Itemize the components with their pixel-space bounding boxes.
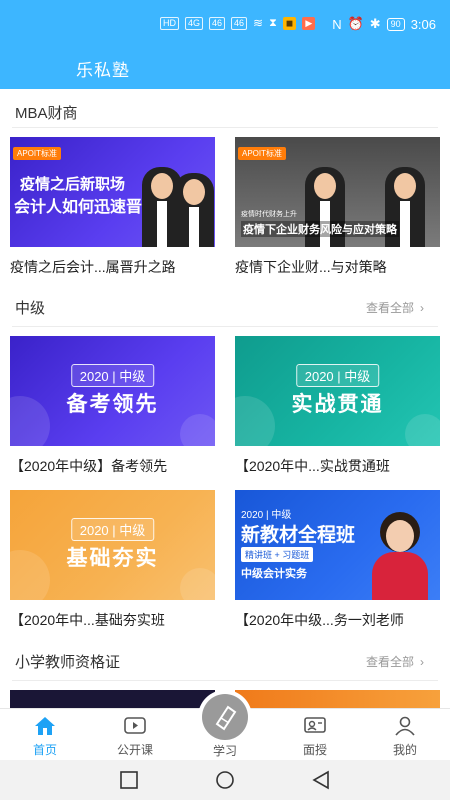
video-icon xyxy=(124,717,146,734)
book-icon xyxy=(202,694,248,740)
course-card[interactable]: 2020 | 中级 基础夯实 【2020年中...基础夯实班 xyxy=(10,490,215,630)
signal-icon: 46 xyxy=(209,16,226,30)
course-title: 疫情之后会计...属晋升之路 xyxy=(10,259,176,275)
thumbnail-title: 基础夯实 xyxy=(66,547,159,570)
section-header-intermediate: 中级 查看全部 › xyxy=(0,287,450,327)
course-title: 【2020年中级】备考领先 xyxy=(10,458,168,474)
tab-face-to-face[interactable]: 面授 xyxy=(270,709,360,761)
view-all-link[interactable]: 查看全部 › xyxy=(366,299,424,316)
status-icons-right: N ⏰ ✱ 90 3:06 xyxy=(332,16,436,32)
back-icon[interactable] xyxy=(310,770,332,790)
tab-label: 首页 xyxy=(32,743,57,757)
tab-label: 我的 xyxy=(392,743,417,757)
battery-icon: 90 xyxy=(386,17,405,31)
tab-label: 学习 xyxy=(212,744,237,758)
divider xyxy=(12,680,438,681)
divider xyxy=(12,326,438,327)
bluetooth-icon: ✱ xyxy=(369,16,381,31)
divider xyxy=(12,127,438,128)
view-all-label: 查看全部 xyxy=(365,301,414,315)
app-header: HD 4G 46 46 ≋ ⧗ ◼ ▶ N ⏰ ✱ 90 3:06 乐私塾 xyxy=(0,0,450,89)
course-title: 【2020年中...实战贯通班 xyxy=(235,458,390,474)
chevron-right-icon: › xyxy=(420,654,424,669)
thumbnail-tag: APOIT标准 xyxy=(238,147,287,160)
wifi-icon: ≋ xyxy=(253,16,264,30)
thumbnail-line1: 疫情之后新职场 xyxy=(20,176,126,193)
thumbnail-year: 2020 | 中级 xyxy=(70,518,155,541)
thumbnail-year: 2020 | 中级 xyxy=(70,364,155,387)
section-header-mba: MBA财商 xyxy=(0,92,450,132)
tab-label: 公开课 xyxy=(116,743,153,757)
home-icon xyxy=(35,717,55,735)
user-icon xyxy=(395,716,415,736)
course-thumbnail: APOIT标准 疫情时代财务上升 疫情下企业财务风险与应对策略 xyxy=(235,137,440,247)
play-notification-icon: ▶ xyxy=(302,16,316,30)
course-thumbnail-partial[interactable] xyxy=(235,690,440,710)
nfc-icon: N xyxy=(332,16,342,32)
section-title: 中级 xyxy=(15,300,46,317)
tab-home[interactable]: 首页 xyxy=(0,709,90,761)
thumbnail-subtitle: 精讲班 + 习题班 xyxy=(241,547,314,562)
course-thumbnail: 2020 | 中级 新教材全程班 精讲班 + 习题班 中级会计实务 xyxy=(235,490,440,600)
view-all-label: 查看全部 xyxy=(365,655,414,669)
course-title: 疫情下企业财...与对策略 xyxy=(235,259,387,275)
signal-4g-icon: 4G xyxy=(185,16,204,30)
status-time: 3:06 xyxy=(410,16,436,32)
course-thumbnail: 2020 | 中级 实战贯通 xyxy=(235,336,440,446)
app-notification-icon: ◼ xyxy=(282,16,297,30)
section-header-teacher-cert: 小学教师资格证 查看全部 › xyxy=(0,641,450,681)
course-card[interactable]: 2020 | 中级 实战贯通 【2020年中...实战贯通班 xyxy=(235,336,440,476)
thumbnail-year: 2020 | 中级 xyxy=(295,364,380,387)
signal-icon-2: 46 xyxy=(231,16,248,30)
teacher-image xyxy=(372,512,428,600)
hd-icon: HD xyxy=(160,16,179,30)
course-card[interactable]: APOIT标准 疫情时代财务上升 疫情下企业财务风险与应对策略 疫情下企业财..… xyxy=(235,137,440,277)
system-nav-bar xyxy=(0,760,450,800)
classroom-icon xyxy=(304,717,326,733)
thumbnail-subject: 中级会计实务 xyxy=(241,568,307,580)
status-icons-left: HD 4G 46 46 ≋ ⧗ ◼ ▶ xyxy=(160,16,316,30)
course-thumbnail: 2020 | 中级 备考领先 xyxy=(10,336,215,446)
thumbnail-year: 2020 | 中级 xyxy=(241,510,292,521)
course-card[interactable]: APOIT标准 疫情之后新职场 会计人如何迅速晋升? 疫情之后会计...属晋升之… xyxy=(10,137,215,277)
course-card[interactable]: 2020 | 中级 备考领先 【2020年中级】备考领先 xyxy=(10,336,215,476)
course-title: 【2020年中...基础夯实班 xyxy=(10,612,165,628)
chevron-right-icon: › xyxy=(420,300,424,315)
course-title: 【2020年中级...务一刘老师 xyxy=(235,612,404,628)
thumbnail-line1: 疫情时代财务上升 xyxy=(241,211,297,218)
thumbnail-tag: APOIT标准 xyxy=(13,147,62,160)
view-all-link[interactable]: 查看全部 › xyxy=(366,653,424,670)
hourglass-icon: ⧗ xyxy=(269,16,277,29)
course-thumbnail-partial[interactable] xyxy=(10,690,215,710)
thumbnail-line2: 疫情下企业财务风险与应对策略 xyxy=(241,221,399,237)
alarm-icon: ⏰ xyxy=(347,16,364,31)
course-thumbnail: 2020 | 中级 基础夯实 xyxy=(10,490,215,600)
tab-mine[interactable]: 我的 xyxy=(360,709,450,761)
study-center-button[interactable] xyxy=(198,690,252,744)
course-thumbnail: APOIT标准 疫情之后新职场 会计人如何迅速晋升? xyxy=(10,137,215,247)
thumbnail-title: 实战贯通 xyxy=(291,393,384,416)
section-title: MBA财商 xyxy=(15,105,78,122)
section-title: 小学教师资格证 xyxy=(15,654,121,671)
presenter-image xyxy=(174,173,214,247)
tab-label: 面授 xyxy=(302,743,327,757)
home-button-icon[interactable] xyxy=(214,770,236,790)
course-card[interactable]: 2020 | 中级 新教材全程班 精讲班 + 习题班 中级会计实务 【2020年… xyxy=(235,490,440,630)
app-title: 乐私塾 xyxy=(76,61,130,80)
thumbnail-title: 备考领先 xyxy=(66,393,159,416)
thumbnail-title: 新教材全程班 xyxy=(241,525,356,546)
recent-apps-icon[interactable] xyxy=(118,770,140,790)
status-bar: HD 4G 46 46 ≋ ⧗ ◼ ▶ N ⏰ ✱ 90 3:06 xyxy=(0,14,450,38)
tab-open-course[interactable]: 公开课 xyxy=(90,709,180,761)
